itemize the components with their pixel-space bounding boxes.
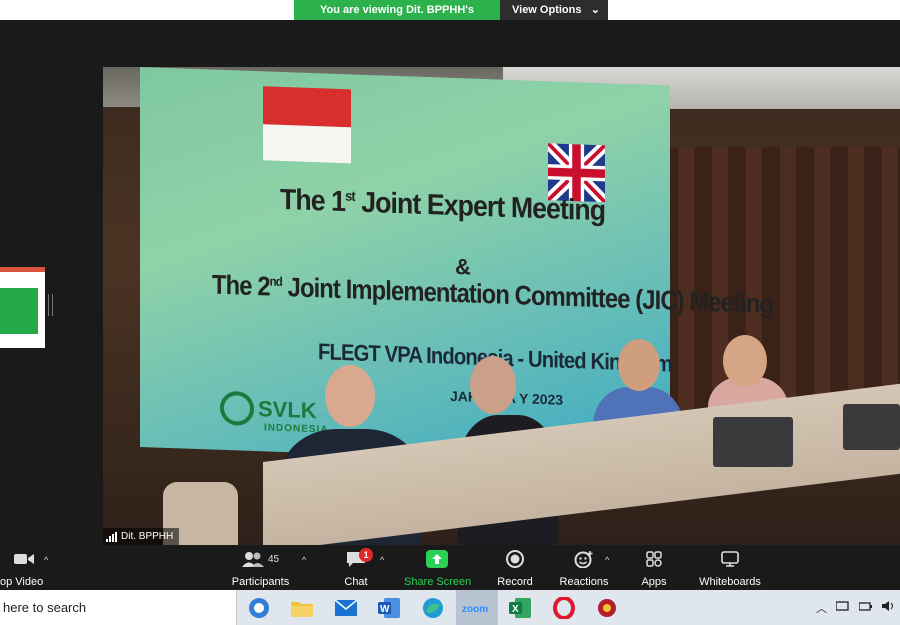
shared-screen-area: The 1st Joint Expert Meeting & The 2nd J… xyxy=(0,20,900,545)
record-button[interactable]: Record xyxy=(494,548,536,588)
view-options-label: View Options xyxy=(512,4,582,16)
opera-icon[interactable] xyxy=(551,595,577,621)
check-icon xyxy=(220,390,254,426)
reactions-button[interactable]: Reactions xyxy=(558,548,610,588)
record-icon xyxy=(506,550,524,568)
mail-icon[interactable] xyxy=(333,595,359,621)
system-tray: ︿ xyxy=(816,600,896,616)
thumbnail-drag-handle[interactable] xyxy=(48,294,53,316)
participants-caret[interactable]: ^ xyxy=(302,555,306,565)
chevron-down-icon: ⌄ xyxy=(590,4,600,16)
search-placeholder: here to search xyxy=(3,600,87,615)
meeting-toolbar: op Video ^ 45 Participants ^ 1 Chat ^ Sh… xyxy=(0,545,900,590)
apps-icon xyxy=(646,551,662,567)
indonesia-flag xyxy=(263,86,351,164)
chevron-up-icon[interactable]: ︿ xyxy=(816,600,827,616)
meeting-room-video: The 1st Joint Expert Meeting & The 2nd J… xyxy=(103,67,900,545)
share-screen-button[interactable]: Share Screen xyxy=(404,548,471,588)
network-icon[interactable] xyxy=(836,600,850,612)
svg-text:W: W xyxy=(380,604,390,615)
minimized-thumbnail[interactable] xyxy=(0,267,45,348)
participants-button[interactable]: 45 Participants xyxy=(228,548,293,588)
edge-legacy-icon[interactable] xyxy=(246,595,272,621)
participants-count: 45 xyxy=(267,553,280,565)
video-options-caret[interactable]: ^ xyxy=(44,555,48,565)
video-camera-icon xyxy=(14,554,34,564)
svg-text:zoom: zoom xyxy=(462,604,488,615)
whiteboards-button[interactable]: Whiteboards xyxy=(694,548,766,588)
windows-taskbar: here to search W zoom X ︿ xyxy=(0,590,900,625)
battery-icon[interactable] xyxy=(859,600,873,612)
taskbar-search-box[interactable]: here to search xyxy=(0,590,237,625)
meeting-banner: The 1st Joint Expert Meeting & The 2nd J… xyxy=(140,67,773,466)
banner-ampersand: & xyxy=(455,254,471,280)
app-icon[interactable] xyxy=(594,595,620,621)
chat-caret[interactable]: ^ xyxy=(380,555,384,565)
volume-icon[interactable] xyxy=(882,600,896,612)
share-screen-icon xyxy=(426,550,448,568)
file-explorer-icon[interactable] xyxy=(289,595,315,621)
share-status-pill: You are viewing Dit. BPPHH's screen View… xyxy=(294,0,608,36)
zoom-taskbar-icon[interactable]: zoom xyxy=(456,590,498,625)
reactions-caret[interactable]: ^ xyxy=(605,555,609,565)
smiley-plus-icon xyxy=(574,551,593,568)
participant-name-tag: Dit. BPPHH xyxy=(103,528,180,545)
participants-icon xyxy=(241,552,264,567)
video-button[interactable]: op Video xyxy=(0,548,48,588)
participant-name: Dit. BPPHH xyxy=(121,531,174,542)
banner-title-line1: The 1st Joint Expert Meeting xyxy=(280,183,606,228)
logo-wordmark: SVLK xyxy=(258,396,317,424)
chat-button[interactable]: 1 Chat xyxy=(335,548,377,588)
share-banner: You are viewing Dit. BPPHH's screen View… xyxy=(0,0,900,36)
excel-icon[interactable]: X xyxy=(507,595,533,621)
word-icon[interactable]: W xyxy=(376,595,402,621)
viewing-screen-label: You are viewing Dit. BPPHH's screen xyxy=(294,0,500,36)
chat-unread-badge: 1 xyxy=(359,548,373,562)
apps-button[interactable]: Apps xyxy=(636,548,672,588)
whiteboard-icon xyxy=(721,551,739,567)
svg-text:X: X xyxy=(512,604,519,615)
edge-icon[interactable] xyxy=(420,595,446,621)
view-options-button[interactable]: View Options ⌄ xyxy=(500,0,608,20)
signal-strength-icon xyxy=(106,531,117,542)
